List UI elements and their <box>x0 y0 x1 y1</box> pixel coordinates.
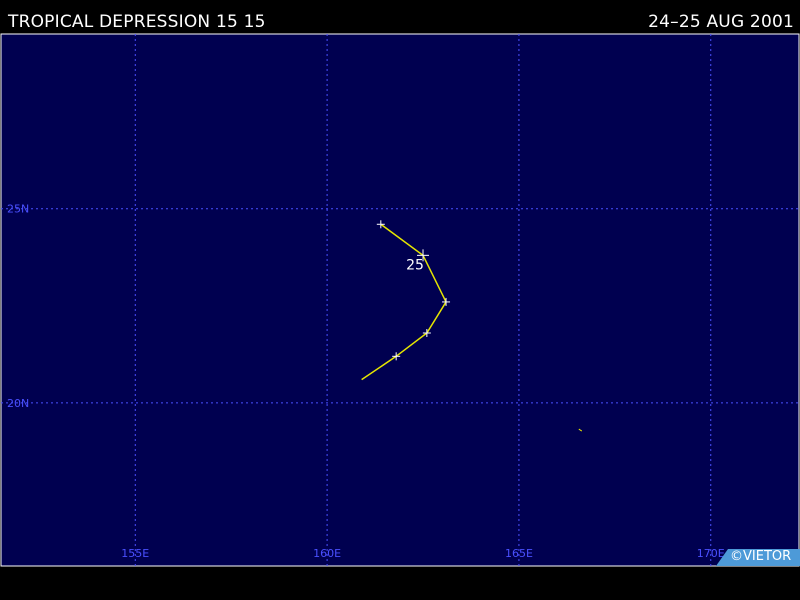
credit-text: ©VIETOR <box>730 549 792 564</box>
map-background <box>0 33 800 567</box>
lon-tick-label: 165E <box>505 547 533 560</box>
lon-tick-label: 155E <box>121 547 149 560</box>
lon-tick-label: 160E <box>313 547 341 560</box>
storm-title: TROPICAL DEPRESSION 15 15 <box>8 12 266 32</box>
lat-tick-label: 25N <box>7 203 29 216</box>
date-range: 24–25 AUG 2001 <box>648 12 794 32</box>
track-map: 155E 160E 165E 170E20N25N 25 <box>0 33 800 567</box>
day-label: 25 <box>406 257 424 273</box>
lat-tick-label: 20N <box>7 397 29 410</box>
